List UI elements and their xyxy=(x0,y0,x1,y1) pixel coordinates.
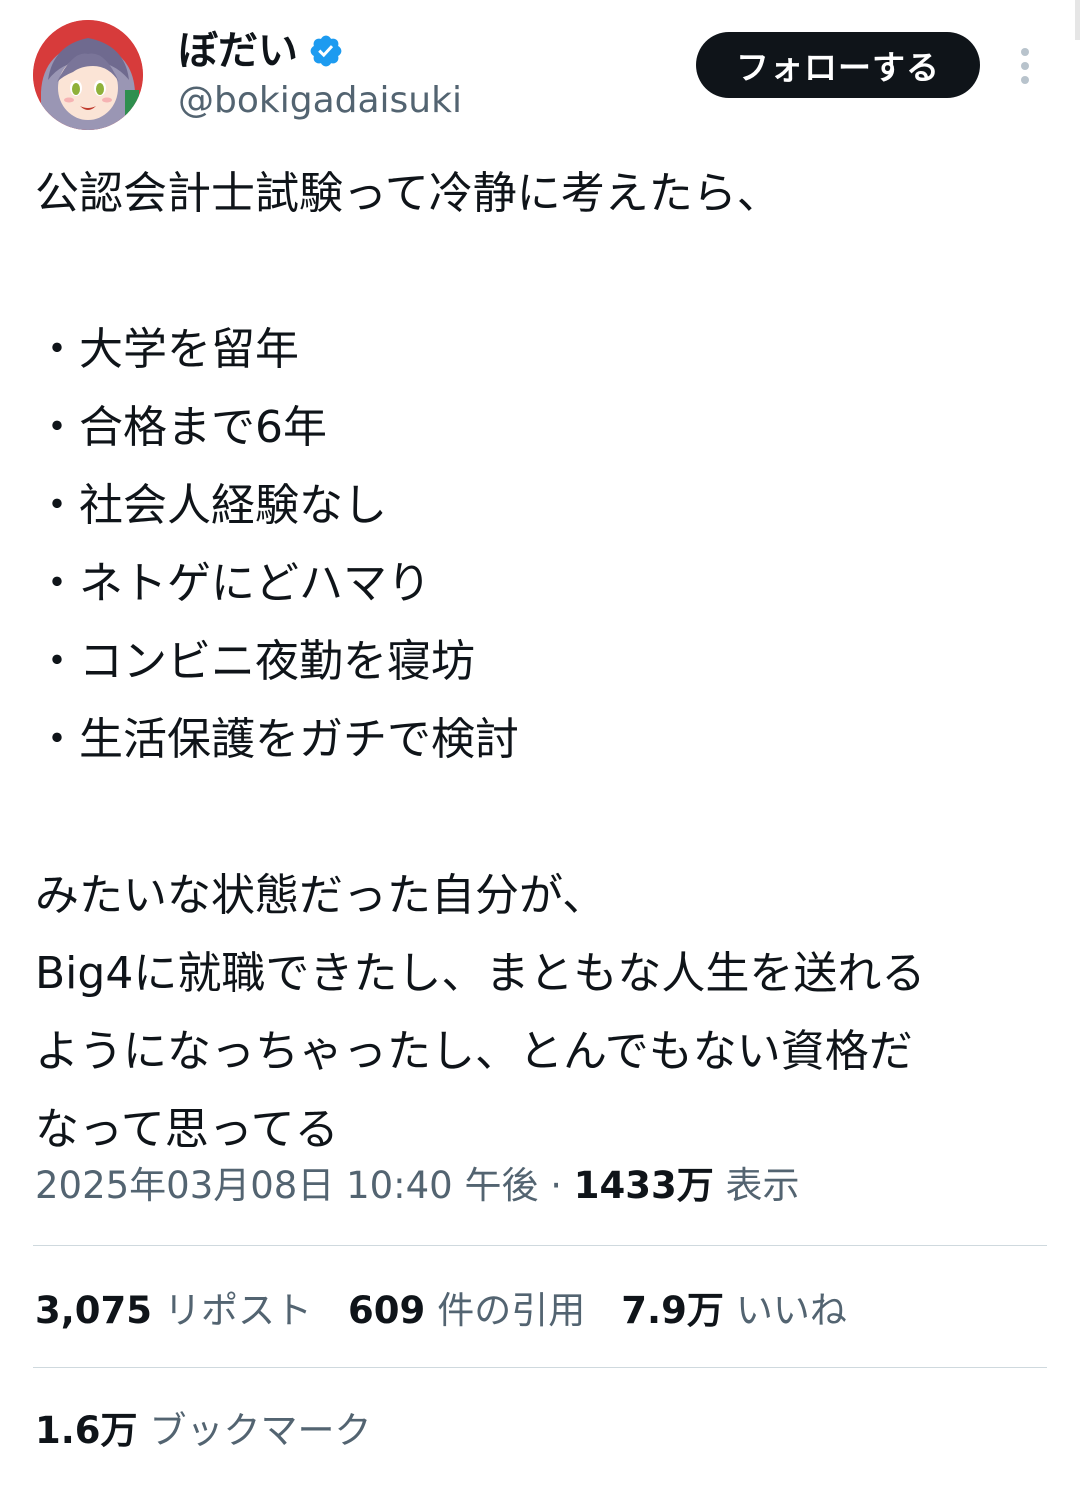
tweet-meta: 2025年03月08日 10:40 午後 · 1433万 表示 xyxy=(35,1158,800,1214)
avatar-image xyxy=(33,20,143,130)
user-handle[interactable]: @bokigadaisuki xyxy=(178,78,462,124)
views-count: 1433万 xyxy=(573,1164,714,1207)
verified-badge-icon xyxy=(308,33,344,69)
bookmarks-count: 1.6万 xyxy=(35,1409,138,1452)
bookmarks-label: ブックマーク xyxy=(149,1409,372,1452)
engagement-stats: 3,075 リポスト 609 件の引用 7.9万 いいね xyxy=(35,1283,847,1339)
tweet-body: 公認会計士試験って冷静に考えたら、 ・大学を留年 ・合格まで6年 ・社会人経験な… xyxy=(35,168,926,1155)
more-vertical-icon[interactable] xyxy=(1005,40,1045,92)
display-name[interactable]: ぼだい xyxy=(178,26,298,76)
likes-label: いいね xyxy=(735,1289,847,1332)
avatar[interactable] xyxy=(33,20,143,130)
quotes-label: 件の引用 xyxy=(437,1289,586,1332)
meta-separator: · xyxy=(550,1164,563,1207)
bookmarks-stat[interactable]: 1.6万 ブックマーク xyxy=(35,1403,372,1459)
scrollbar[interactable] xyxy=(1075,0,1080,40)
reposts-label: リポスト xyxy=(164,1289,313,1332)
quotes-count: 609 xyxy=(348,1289,426,1332)
reposts-stat[interactable]: 3,075 リポスト xyxy=(35,1283,312,1339)
name-row: ぼだい xyxy=(178,26,344,76)
timestamp[interactable]: 2025年03月08日 10:40 午後 xyxy=(35,1164,538,1207)
divider-bottom xyxy=(33,1367,1047,1368)
likes-count: 7.9万 xyxy=(621,1289,724,1332)
follow-button[interactable]: フォローする xyxy=(696,32,980,98)
divider-top xyxy=(33,1245,1047,1246)
views-label: 表示 xyxy=(725,1164,800,1207)
likes-stat[interactable]: 7.9万 いいね xyxy=(621,1283,847,1339)
reposts-count: 3,075 xyxy=(35,1289,153,1332)
quotes-stat[interactable]: 609 件の引用 xyxy=(348,1283,585,1339)
tweet-header: ぼだい @bokigadaisuki フォローする xyxy=(0,0,1080,140)
